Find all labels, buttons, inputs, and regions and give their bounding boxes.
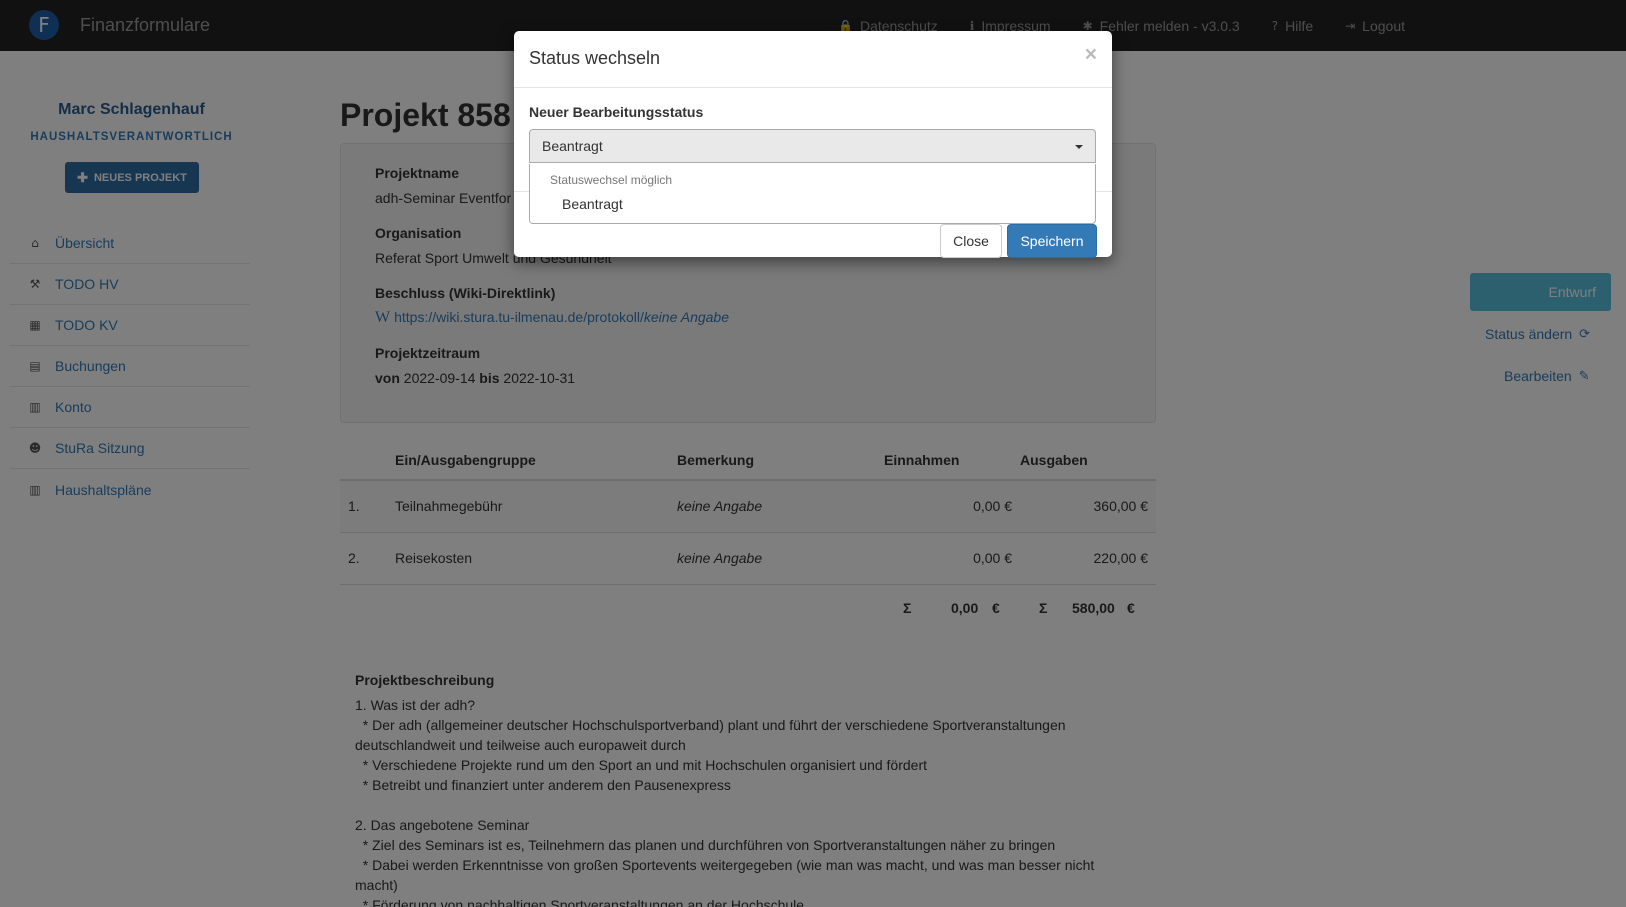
- status-select[interactable]: Beantragt: [529, 129, 1096, 163]
- modal-header: Status wechseln ×: [514, 31, 1112, 88]
- status-dropdown: Statuswechsel möglich Beantragt: [529, 164, 1096, 224]
- save-button[interactable]: Speichern: [1007, 224, 1097, 258]
- chevron-down-icon: [1075, 145, 1083, 149]
- modal-title: Status wechseln: [529, 48, 661, 68]
- status-select-value: Beantragt: [542, 138, 603, 154]
- close-button[interactable]: Close: [940, 224, 1002, 258]
- dropdown-option-beantragt[interactable]: Beantragt: [562, 196, 623, 212]
- status-field-label: Neuer Bearbeitungsstatus: [529, 104, 704, 120]
- close-icon[interactable]: ×: [1085, 43, 1097, 67]
- dropdown-group-label: Statuswechsel möglich: [550, 173, 673, 187]
